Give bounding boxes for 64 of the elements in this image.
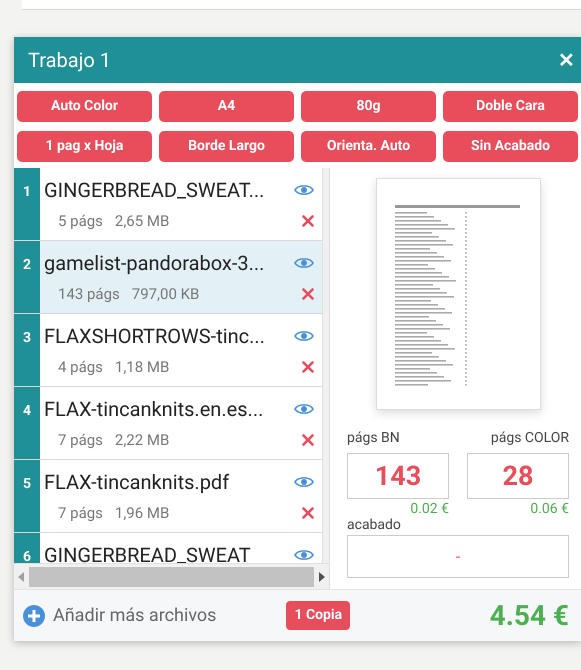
add-files-button[interactable]: Añadir más archivos bbox=[23, 602, 216, 629]
file-row[interactable]: 4 FLAX-tincanknits.en.es... 7 págs 2,22 MB bbox=[14, 387, 322, 460]
file-size: 2,22 MB bbox=[114, 430, 170, 451]
delete-icon[interactable] bbox=[302, 507, 314, 519]
file-row[interactable]: 2 gamelist-pandorabox-3... 143 págs 797,00 KB bbox=[14, 241, 322, 314]
file-number: 6 bbox=[14, 533, 40, 563]
file-name: FLAX-tincanknits.pdf bbox=[44, 470, 230, 494]
page-count: 7 págs bbox=[58, 502, 103, 524]
file-name: GINGERBREAD_SWEAT... bbox=[44, 178, 264, 202]
count-field[interactable]: 143 bbox=[347, 453, 449, 499]
scroll-right-icon[interactable] bbox=[318, 572, 325, 582]
file-number: 2 bbox=[14, 241, 40, 313]
page-count: 7 págs bbox=[58, 430, 103, 451]
delete-icon[interactable] bbox=[302, 434, 314, 446]
delete-icon[interactable] bbox=[302, 361, 314, 373]
file-row[interactable]: 3 FLAXSHORTROWS-tinc... 4 págs 1,18 MB bbox=[14, 314, 322, 387]
file-size: 797,00 KB bbox=[132, 284, 200, 305]
eye-icon[interactable] bbox=[294, 329, 314, 343]
finish-field[interactable]: - bbox=[347, 535, 569, 578]
horizontal-scrollbar[interactable] bbox=[14, 563, 329, 589]
price-text: 0.06 € bbox=[529, 501, 569, 517]
file-size: 2,65 MB bbox=[114, 210, 170, 232]
file-name: gamelist-pandorabox-3... bbox=[44, 251, 264, 275]
option-button[interactable]: Sin Acabado bbox=[443, 131, 578, 162]
close-button[interactable]: ✕ bbox=[556, 45, 577, 75]
option-button[interactable]: Borde Largo bbox=[159, 131, 294, 162]
page-count: 143 págs bbox=[58, 284, 120, 305]
scroll-left-icon[interactable] bbox=[18, 572, 25, 582]
scrollbar-thumb[interactable] bbox=[29, 566, 314, 586]
eye-icon[interactable] bbox=[294, 548, 314, 562]
plus-circle-icon bbox=[23, 604, 45, 626]
count-label: págs BN bbox=[347, 429, 401, 448]
file-size: 1,18 MB bbox=[114, 356, 170, 378]
file-row[interactable]: 1 GINGERBREAD_SWEAT... 5 págs 2,65 MB bbox=[14, 168, 322, 241]
file-number: 5 bbox=[14, 460, 40, 532]
file-number: 1 bbox=[14, 168, 40, 240]
page-count: 4 págs bbox=[58, 356, 103, 378]
eye-icon[interactable] bbox=[294, 256, 314, 270]
eye-icon[interactable] bbox=[294, 475, 314, 489]
option-button[interactable]: Auto Color bbox=[17, 91, 152, 122]
vertical-scrollbar[interactable] bbox=[322, 168, 329, 563]
option-button[interactable]: Doble Cara bbox=[443, 91, 578, 122]
count-field[interactable]: 28 bbox=[467, 453, 569, 499]
file-row[interactable]: 5 FLAX-tincanknits.pdf 7 págs 1,96 MB bbox=[14, 460, 322, 533]
option-button[interactable]: 80g bbox=[301, 91, 436, 122]
file-name: FLAX-tincanknits.en.es... bbox=[44, 397, 264, 421]
job-title: Trabajo 1 bbox=[28, 47, 111, 74]
option-button[interactable]: 1 pag x Hoja bbox=[17, 131, 152, 162]
price-text: 0.02 € bbox=[409, 501, 449, 517]
option-button[interactable]: A4 bbox=[159, 91, 294, 122]
file-number: 3 bbox=[14, 314, 40, 386]
eye-icon[interactable] bbox=[294, 402, 314, 416]
delete-icon[interactable] bbox=[302, 288, 314, 300]
page-count: 5 págs bbox=[58, 210, 103, 232]
copies-badge[interactable]: 1 Copia bbox=[286, 601, 350, 630]
file-name: FLAXSHORTROWS-tinc... bbox=[44, 324, 265, 348]
total-price: 4.54 € bbox=[490, 598, 569, 634]
finish-label: acabado bbox=[347, 517, 402, 533]
file-number: 4 bbox=[14, 387, 40, 459]
count-label: págs COLOR bbox=[490, 429, 569, 448]
file-size: 1,96 MB bbox=[114, 502, 170, 524]
option-button[interactable]: Orienta. Auto bbox=[301, 131, 436, 162]
delete-icon[interactable] bbox=[302, 215, 314, 227]
eye-icon[interactable] bbox=[294, 183, 314, 197]
